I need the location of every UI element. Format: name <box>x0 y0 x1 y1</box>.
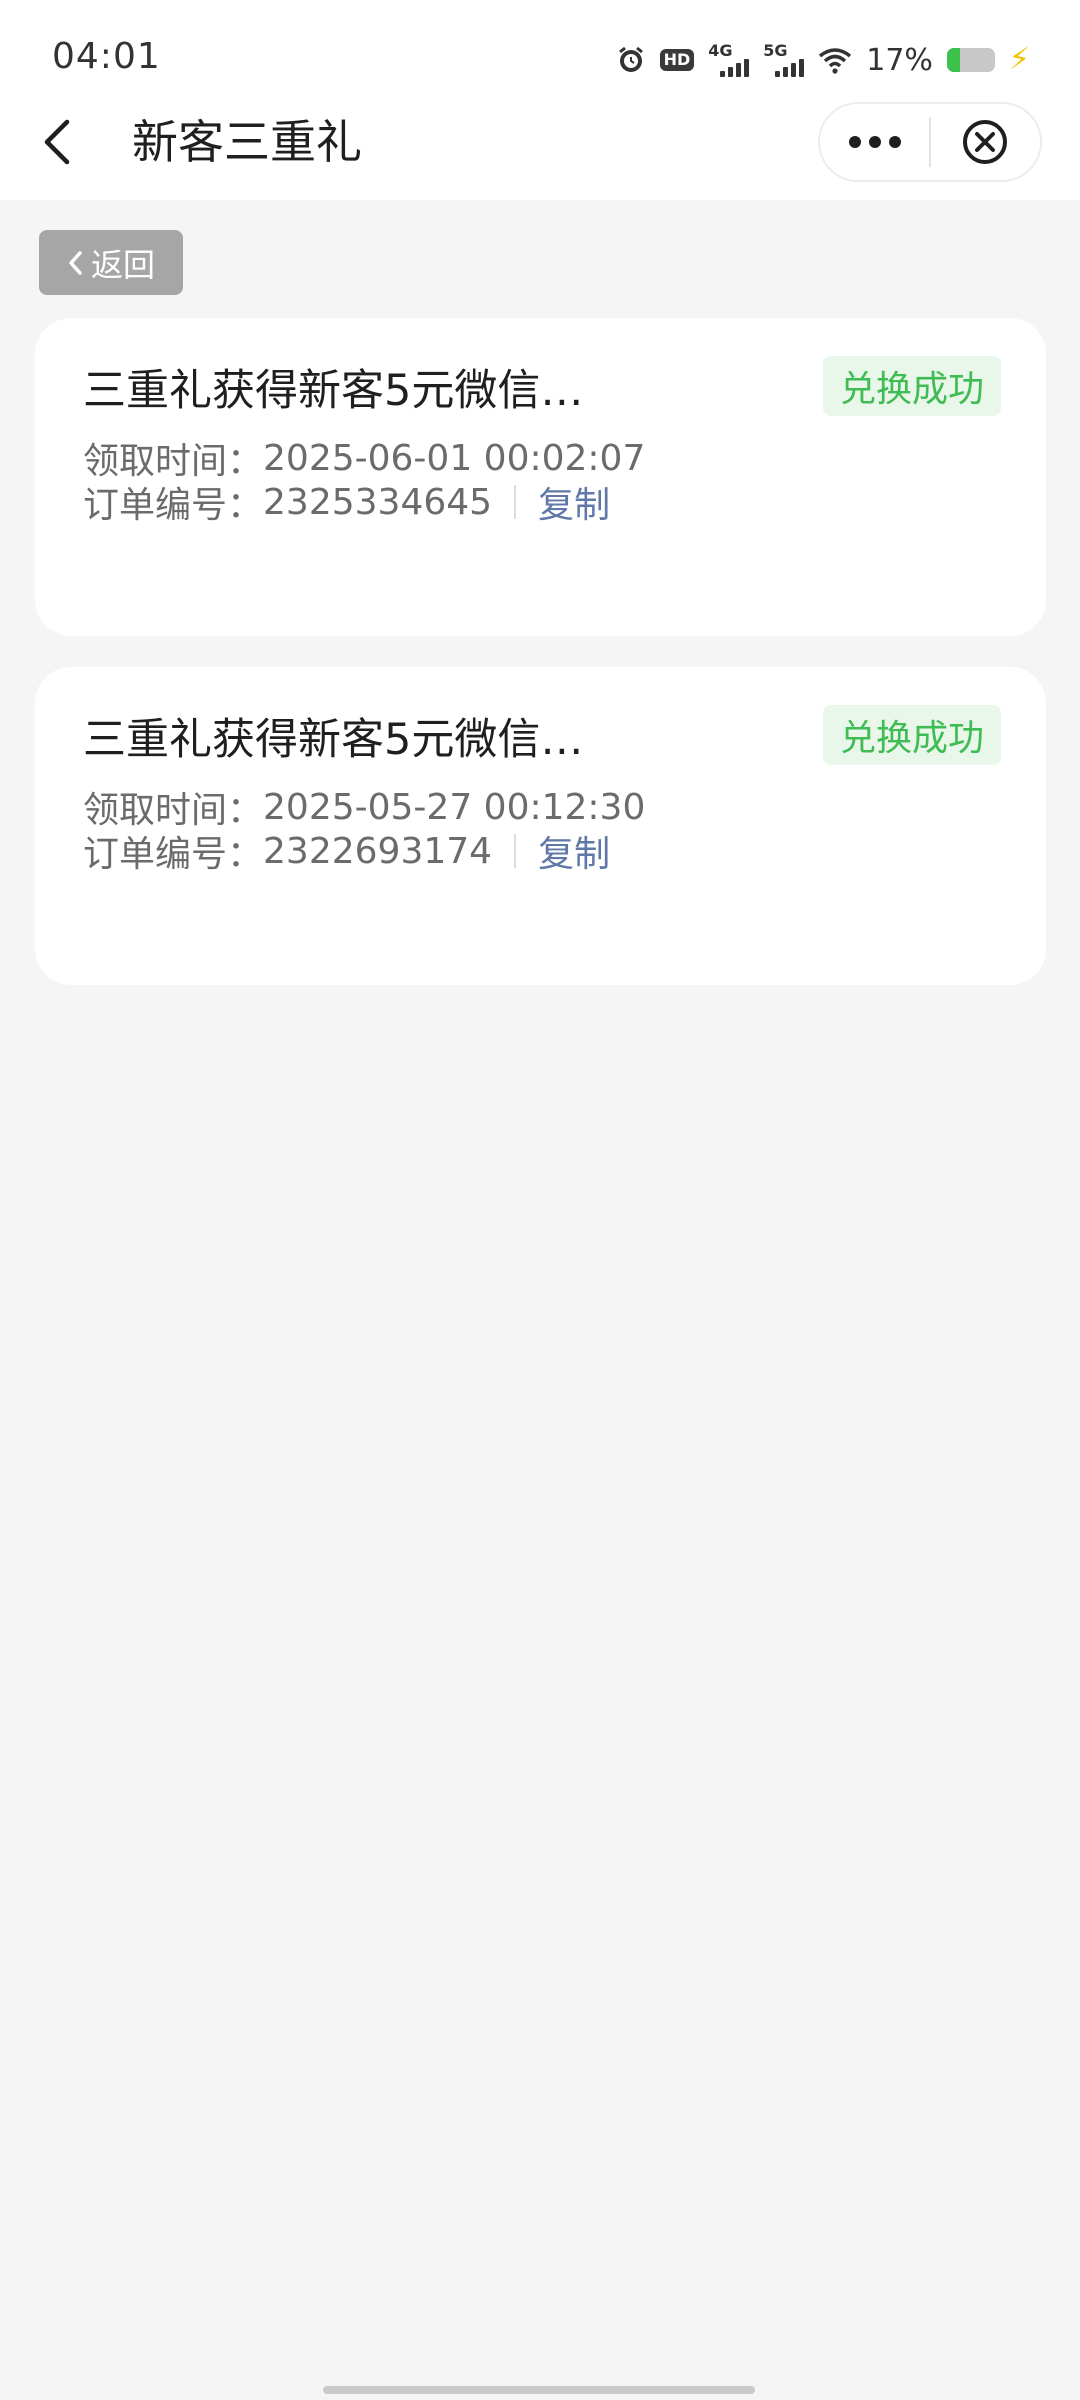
app-root: 04:01 HD 4G 5G 17% ⚡ 新客三重礼 返回 三重礼获得新客5元微… <box>0 0 1080 2400</box>
status-time: 04:01 <box>52 36 161 77</box>
claim-time-value: 2025-06-01 00:02:07 <box>263 437 646 479</box>
order-number-label: 订单编号： <box>83 485 264 526</box>
battery-level <box>946 48 960 72</box>
net1-label: 4G <box>708 41 733 60</box>
charging-icon: ⚡ <box>1008 42 1030 77</box>
order-number-label: 订单编号： <box>83 834 264 875</box>
hd-label: HD <box>659 49 695 71</box>
net2-label: 5G <box>763 41 788 60</box>
close-button[interactable] <box>931 104 1040 180</box>
divider <box>514 834 517 868</box>
claim-time-value: 2025-05-27 00:12:30 <box>263 786 646 828</box>
divider <box>514 485 517 519</box>
chevron-left-icon <box>44 119 70 165</box>
back-button-label: 返回 <box>90 245 155 284</box>
more-dots-icon <box>848 136 901 148</box>
order-number-row: 订单编号： 2322693174 复制 <box>83 825 610 877</box>
copy-button[interactable]: 复制 <box>538 825 610 877</box>
order-title: 三重礼获得新客5元微信… <box>83 366 584 416</box>
status-badge: 兑换成功 <box>823 705 1001 765</box>
battery-percent: 17% <box>866 42 933 78</box>
close-circle-icon <box>963 120 1008 164</box>
wifi-icon <box>818 46 852 74</box>
signal-4g-icon: 4G <box>708 41 750 77</box>
order-number-value: 2322693174 <box>263 830 493 872</box>
more-button[interactable] <box>820 104 929 180</box>
copy-button[interactable]: 复制 <box>538 476 610 528</box>
nav-back-button[interactable] <box>32 112 80 172</box>
back-button[interactable]: 返回 <box>39 230 183 295</box>
status-icons: HD 4G 5G 17% ⚡ <box>616 40 1030 80</box>
battery-icon <box>946 48 995 72</box>
order-title: 三重礼获得新客5元微信… <box>83 715 584 765</box>
order-number-value: 2325334645 <box>263 481 493 523</box>
chevron-left-icon <box>69 250 82 275</box>
mini-program-capsule <box>818 102 1042 182</box>
alarm-icon <box>616 45 646 75</box>
status-badge: 兑换成功 <box>823 356 1001 416</box>
order-number-row: 订单编号： 2325334645 复制 <box>83 476 610 528</box>
order-card: 三重礼获得新客5元微信… 兑换成功 领取时间： 2025-06-01 00:02… <box>35 318 1046 636</box>
page-title: 新客三重礼 <box>132 115 362 169</box>
signal-5g-icon: 5G <box>763 41 805 77</box>
order-card: 三重礼获得新客5元微信… 兑换成功 领取时间： 2025-05-27 00:12… <box>35 667 1046 985</box>
top-bar: 04:01 HD 4G 5G 17% ⚡ 新客三重礼 <box>0 0 1080 200</box>
hd-icon: HD <box>659 49 695 71</box>
home-indicator[interactable] <box>323 2386 755 2394</box>
